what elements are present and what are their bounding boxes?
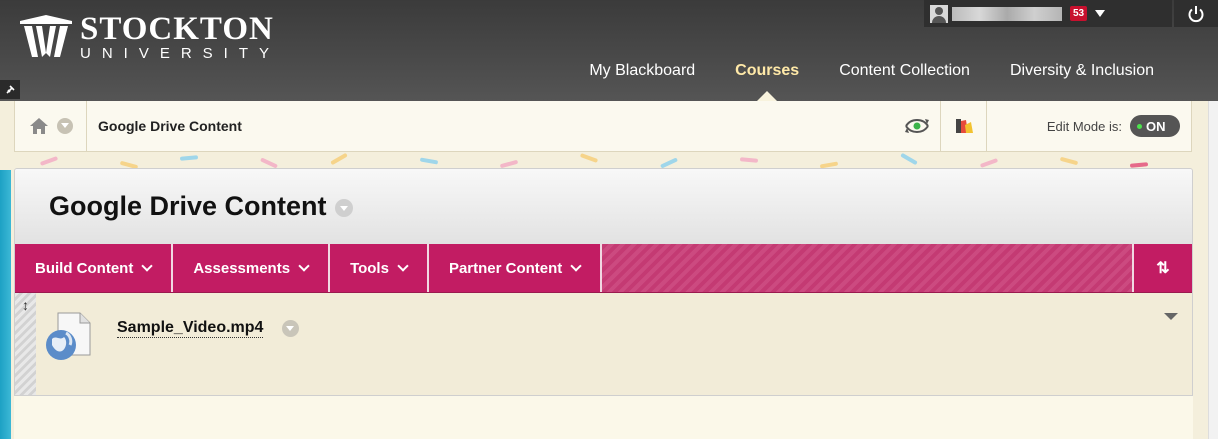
chevron-down-icon — [141, 260, 153, 272]
item-menu-icon[interactable] — [1164, 313, 1178, 320]
top-header: STOCKTON UNIVERSITY 53 My Blackboard Cou… — [0, 0, 1218, 101]
build-content-label: Build Content — [35, 259, 134, 277]
chevron-down-icon — [397, 260, 409, 272]
tools-label: Tools — [350, 259, 389, 277]
build-content-button[interactable]: Build Content — [15, 244, 174, 292]
notification-badge[interactable]: 53 — [1070, 6, 1088, 21]
toggle-indicator-icon — [1137, 123, 1142, 129]
content-item-body: Sample_Video.mp4 — [36, 293, 1192, 395]
logo-sub: UNIVERSITY — [80, 45, 281, 62]
action-bar: Build Content Assessments Tools Partner … — [15, 244, 1192, 293]
caret-down-icon[interactable] — [1095, 10, 1106, 17]
file-globe-icon — [46, 312, 91, 360]
page-title: Google Drive Content — [49, 191, 327, 221]
theme-button[interactable] — [940, 101, 986, 151]
breadcrumb-home[interactable] — [15, 101, 87, 151]
tab-my-blackboard[interactable]: My Blackboard — [569, 60, 715, 82]
student-preview-button[interactable] — [894, 101, 940, 151]
main-nav: My Blackboard Courses Content Collection… — [569, 60, 1174, 82]
content-panel: Google Drive Content Build Content Asses… — [14, 168, 1193, 396]
reorder-button[interactable]: ⇅ — [1132, 244, 1192, 292]
color-palette-icon — [955, 119, 973, 133]
breadcrumb-current: Google Drive Content — [98, 118, 242, 134]
chevron-down-icon — [298, 260, 310, 272]
edit-mode-toggle[interactable]: ON — [1130, 115, 1180, 137]
home-menu-icon[interactable] — [57, 118, 73, 134]
stockton-logo[interactable]: STOCKTON UNIVERSITY — [18, 13, 280, 62]
page-title-menu-icon[interactable] — [334, 198, 353, 217]
partner-content-button[interactable]: Partner Content — [428, 244, 603, 292]
content-area-below — [14, 396, 1193, 439]
partner-content-label: Partner Content — [448, 259, 563, 277]
user-name[interactable] — [952, 6, 1062, 21]
tools-button[interactable]: Tools — [330, 244, 429, 292]
breadcrumb-bar: Google Drive Content Edit Mode is: ON — [14, 101, 1192, 152]
home-icon[interactable] — [29, 117, 49, 135]
content-item-title[interactable]: Sample_Video.mp4 — [117, 319, 264, 338]
left-accent-bar — [0, 170, 11, 439]
action-bar-spacer — [602, 244, 1132, 292]
logout-button[interactable] — [1174, 0, 1218, 27]
assessments-button[interactable]: Assessments — [173, 244, 331, 292]
chevron-down-icon — [570, 260, 582, 272]
logo-name: STOCKTON — [80, 11, 274, 47]
logo-mark — [20, 15, 72, 57]
content-item: ↕ Sample_Video.mp4 — [15, 293, 1192, 395]
edit-mode-label: Edit Mode is: — [1046, 118, 1122, 134]
drag-handle-icon[interactable]: ↕ — [15, 293, 36, 395]
eye-refresh-icon — [905, 119, 929, 133]
tab-diversity-inclusion[interactable]: Diversity & Inclusion — [990, 60, 1174, 82]
tab-content-collection[interactable]: Content Collection — [819, 60, 990, 82]
tab-courses[interactable]: Courses — [715, 60, 819, 82]
pin-icon[interactable] — [0, 80, 20, 99]
user-avatar-icon — [930, 4, 948, 23]
page-scrollbar[interactable] — [1208, 101, 1218, 439]
edit-mode-area: Edit Mode is: ON — [986, 101, 1191, 151]
assessments-label: Assessments — [193, 259, 291, 277]
content-item-menu-icon[interactable] — [282, 320, 299, 337]
user-menu[interactable]: 53 — [924, 0, 1172, 27]
edit-mode-state: ON — [1146, 118, 1166, 134]
page-header: Google Drive Content — [15, 169, 1192, 244]
power-icon — [1188, 5, 1204, 22]
